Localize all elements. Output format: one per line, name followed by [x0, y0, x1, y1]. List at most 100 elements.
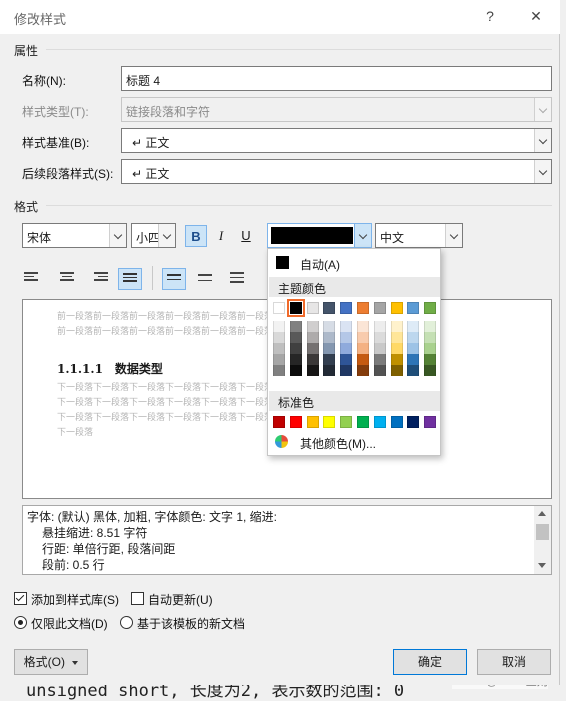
chevron-down-icon[interactable] — [534, 160, 551, 183]
theme-shade-swatch[interactable] — [340, 354, 353, 365]
cancel-button[interactable]: 取消 — [477, 649, 551, 675]
close-button[interactable]: ✕ — [523, 4, 549, 28]
auto-update-checkbox[interactable] — [131, 592, 144, 605]
standard-color-swatch[interactable] — [323, 416, 336, 428]
chevron-down-icon[interactable] — [109, 224, 126, 247]
theme-shade-swatch[interactable] — [373, 321, 386, 332]
theme-shade-swatch[interactable] — [323, 343, 336, 354]
theme-shade-swatch[interactable] — [273, 332, 285, 343]
justify-icon[interactable] — [118, 268, 142, 290]
theme-shade-swatch[interactable] — [340, 332, 353, 343]
theme-shade-swatch[interactable] — [390, 321, 403, 332]
next-style-select[interactable]: ↵ 正文 — [121, 159, 552, 184]
align-center-icon[interactable] — [58, 272, 76, 284]
standard-color-swatch[interactable] — [407, 416, 420, 428]
theme-shade-swatch[interactable] — [357, 332, 369, 343]
name-input[interactable]: 标题 4 — [121, 66, 552, 91]
theme-shade-swatch[interactable] — [306, 365, 319, 376]
only-this-document-radio[interactable] — [14, 616, 27, 629]
single-spacing-icon[interactable] — [162, 268, 186, 290]
ok-button[interactable]: 确定 — [393, 649, 467, 675]
theme-shade-swatch[interactable] — [407, 365, 420, 376]
theme-shade-swatch[interactable] — [273, 321, 285, 332]
theme-shade-swatch[interactable] — [273, 365, 285, 376]
based-on-select[interactable]: ↵ 正文 — [121, 128, 552, 153]
theme-shade-swatch[interactable] — [373, 332, 386, 343]
theme-color-swatch[interactable] — [407, 302, 420, 314]
theme-shade-swatch[interactable] — [357, 343, 369, 354]
theme-color-swatch[interactable] — [390, 302, 403, 314]
standard-color-swatch[interactable] — [340, 416, 353, 428]
color-wheel-icon[interactable] — [275, 435, 288, 448]
theme-shade-swatch[interactable] — [289, 365, 302, 376]
align-left-icon[interactable] — [24, 272, 42, 284]
theme-color-swatch[interactable] — [373, 302, 386, 314]
theme-color-swatch[interactable] — [273, 302, 285, 314]
description-scrollbar[interactable] — [534, 506, 551, 574]
theme-color-swatch[interactable] — [306, 302, 319, 314]
theme-shade-swatch[interactable] — [424, 321, 437, 332]
help-button[interactable]: ? — [477, 4, 503, 28]
theme-color-swatch[interactable] — [286, 299, 305, 317]
auto-color-option[interactable]: 自动(A) — [300, 256, 340, 273]
standard-color-swatch[interactable] — [306, 416, 319, 428]
italic-button[interactable]: I — [210, 225, 232, 247]
standard-color-swatch[interactable] — [289, 416, 302, 428]
standard-color-swatch[interactable] — [390, 416, 403, 428]
theme-shade-swatch[interactable] — [424, 343, 437, 354]
theme-shade-swatch[interactable] — [273, 354, 285, 365]
format-menu-button[interactable]: 格式(O) — [14, 649, 88, 675]
new-from-template-radio[interactable] — [120, 616, 133, 629]
theme-shade-swatch[interactable] — [289, 332, 302, 343]
chevron-down-icon[interactable] — [445, 224, 462, 247]
theme-shade-swatch[interactable] — [357, 321, 369, 332]
new-from-template-label[interactable]: 基于该模板的新文档 — [137, 615, 245, 632]
scroll-thumb[interactable] — [536, 524, 549, 540]
auto-color-swatch[interactable] — [276, 256, 289, 269]
theme-shade-swatch[interactable] — [306, 354, 319, 365]
align-right-icon[interactable] — [90, 272, 108, 284]
theme-shade-swatch[interactable] — [306, 321, 319, 332]
more-colors-option[interactable]: 其他颜色(M)... — [300, 435, 376, 452]
theme-shade-swatch[interactable] — [289, 321, 302, 332]
scroll-up-icon[interactable] — [538, 511, 546, 516]
theme-shade-swatch[interactable] — [306, 343, 319, 354]
theme-shade-swatch[interactable] — [407, 321, 420, 332]
theme-color-swatch[interactable] — [340, 302, 353, 314]
font-color-picker[interactable] — [267, 223, 372, 248]
theme-shade-swatch[interactable] — [407, 343, 420, 354]
theme-shade-swatch[interactable] — [373, 354, 386, 365]
theme-shade-swatch[interactable] — [407, 332, 420, 343]
theme-shade-swatch[interactable] — [424, 354, 437, 365]
double-spacing-icon[interactable] — [230, 272, 244, 284]
chevron-down-icon[interactable] — [158, 224, 175, 247]
theme-color-swatch[interactable] — [424, 302, 437, 314]
theme-shade-swatch[interactable] — [407, 354, 420, 365]
theme-shade-swatch[interactable] — [390, 343, 403, 354]
theme-shade-swatch[interactable] — [323, 332, 336, 343]
underline-button[interactable]: U — [235, 225, 257, 247]
only-this-document-label[interactable]: 仅限此文档(D) — [31, 615, 108, 632]
theme-shade-swatch[interactable] — [357, 365, 369, 376]
standard-color-swatch[interactable] — [357, 416, 369, 428]
script-select[interactable]: 中文 — [375, 223, 463, 248]
theme-shade-swatch[interactable] — [390, 332, 403, 343]
auto-update-label[interactable]: 自动更新(U) — [148, 591, 213, 608]
theme-shade-swatch[interactable] — [323, 365, 336, 376]
theme-shade-swatch[interactable] — [323, 321, 336, 332]
chevron-down-icon[interactable] — [534, 129, 551, 152]
theme-shade-swatch[interactable] — [424, 365, 437, 376]
bold-button[interactable]: B — [185, 225, 207, 247]
theme-shade-swatch[interactable] — [289, 343, 302, 354]
theme-shade-swatch[interactable] — [289, 354, 302, 365]
font-select[interactable]: 宋体 — [22, 223, 127, 248]
add-to-gallery-label[interactable]: 添加到样式库(S) — [31, 591, 119, 608]
standard-color-swatch[interactable] — [373, 416, 386, 428]
theme-shade-swatch[interactable] — [340, 343, 353, 354]
theme-shade-swatch[interactable] — [373, 343, 386, 354]
theme-shade-swatch[interactable] — [340, 365, 353, 376]
theme-shade-swatch[interactable] — [373, 365, 386, 376]
theme-shade-swatch[interactable] — [306, 332, 319, 343]
scroll-down-icon[interactable] — [538, 563, 546, 568]
one-half-spacing-icon[interactable] — [198, 274, 212, 284]
